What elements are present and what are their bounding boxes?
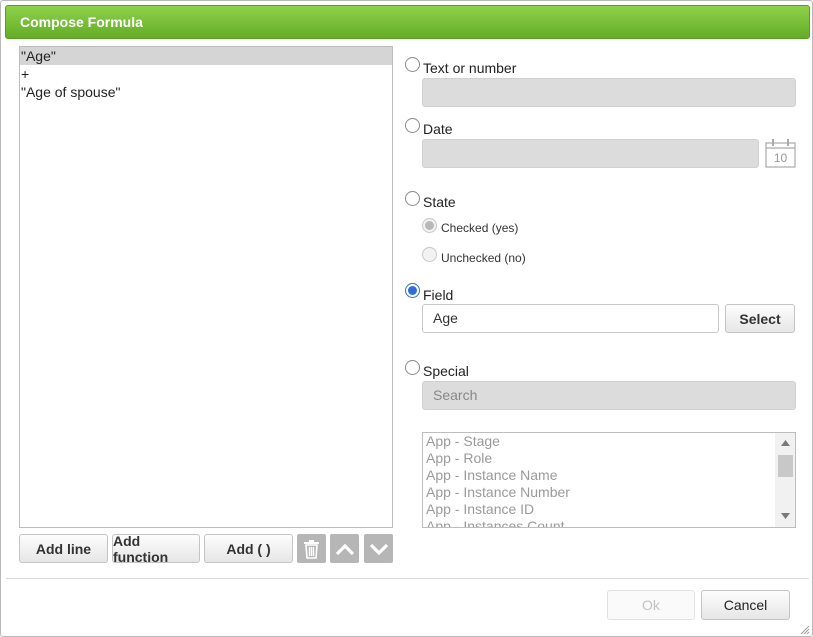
list-item[interactable]: App - Instance ID <box>423 501 795 518</box>
date-label: Date <box>423 121 453 137</box>
list-item[interactable]: App - Instance Name <box>423 467 795 484</box>
list-item[interactable]: App - Instances Count <box>423 518 795 527</box>
move-line-up-button[interactable] <box>330 534 359 563</box>
scroll-up-arrow-icon[interactable] <box>781 440 790 446</box>
state-checked-label: Checked (yes) <box>441 221 519 235</box>
special-search-input[interactable]: Search <box>422 381 796 410</box>
text-or-number-label: Text or number <box>423 60 517 76</box>
cancel-button[interactable]: Cancel <box>701 590 790 620</box>
formula-list[interactable]: "Age" + "Age of spouse" <box>19 46 393 528</box>
chevron-down-icon <box>369 543 388 555</box>
list-item[interactable]: App - Role <box>423 450 795 467</box>
move-line-down-button[interactable] <box>364 534 393 563</box>
special-radio[interactable] <box>405 360 420 375</box>
add-function-button[interactable]: Add function <box>112 533 200 565</box>
dialog-titlebar[interactable]: Compose Formula <box>5 5 810 39</box>
scroll-down-arrow-icon[interactable] <box>781 513 790 519</box>
text-or-number-radio[interactable] <box>405 57 420 72</box>
footer-divider <box>6 578 809 579</box>
special-list[interactable]: App - Stage App - Role App - Instance Na… <box>422 432 796 528</box>
list-item[interactable]: App - Instance Number <box>423 484 795 501</box>
resize-grip-icon[interactable] <box>800 625 810 635</box>
field-radio[interactable] <box>405 283 420 298</box>
state-unchecked-radio[interactable] <box>422 247 437 262</box>
delete-line-button[interactable] <box>297 534 326 563</box>
formula-line[interactable]: "Age" <box>20 47 392 65</box>
calendar-day-label: 10 <box>774 151 788 165</box>
list-item[interactable]: App - Stage <box>423 433 795 450</box>
date-radio[interactable] <box>405 118 420 133</box>
text-or-number-input[interactable] <box>422 78 796 107</box>
field-input[interactable]: Age <box>422 304 719 333</box>
special-list-scrollbar[interactable] <box>775 433 795 527</box>
field-label: Field <box>423 287 454 303</box>
state-label: State <box>423 194 456 210</box>
state-checked-radio[interactable] <box>422 218 437 233</box>
calendar-icon[interactable]: 10 <box>765 138 796 168</box>
state-unchecked-label: Unchecked (no) <box>441 251 526 265</box>
compose-formula-dialog: Compose Formula "Age" + "Age of spouse" … <box>0 0 813 637</box>
select-field-button[interactable]: Select <box>725 304 795 333</box>
date-input[interactable] <box>422 139 759 168</box>
add-line-button[interactable]: Add line <box>19 534 108 563</box>
dialog-title: Compose Formula <box>20 14 143 30</box>
state-radio[interactable] <box>405 191 420 206</box>
trash-icon <box>304 539 319 559</box>
formula-line[interactable]: "Age of spouse" <box>20 83 392 101</box>
scroll-thumb[interactable] <box>778 455 793 477</box>
add-parentheses-button[interactable]: Add ( ) <box>204 534 293 563</box>
chevron-up-icon <box>335 543 354 555</box>
formula-line[interactable]: + <box>20 65 392 83</box>
ok-button[interactable]: Ok <box>607 590 695 620</box>
special-label: Special <box>423 363 469 379</box>
